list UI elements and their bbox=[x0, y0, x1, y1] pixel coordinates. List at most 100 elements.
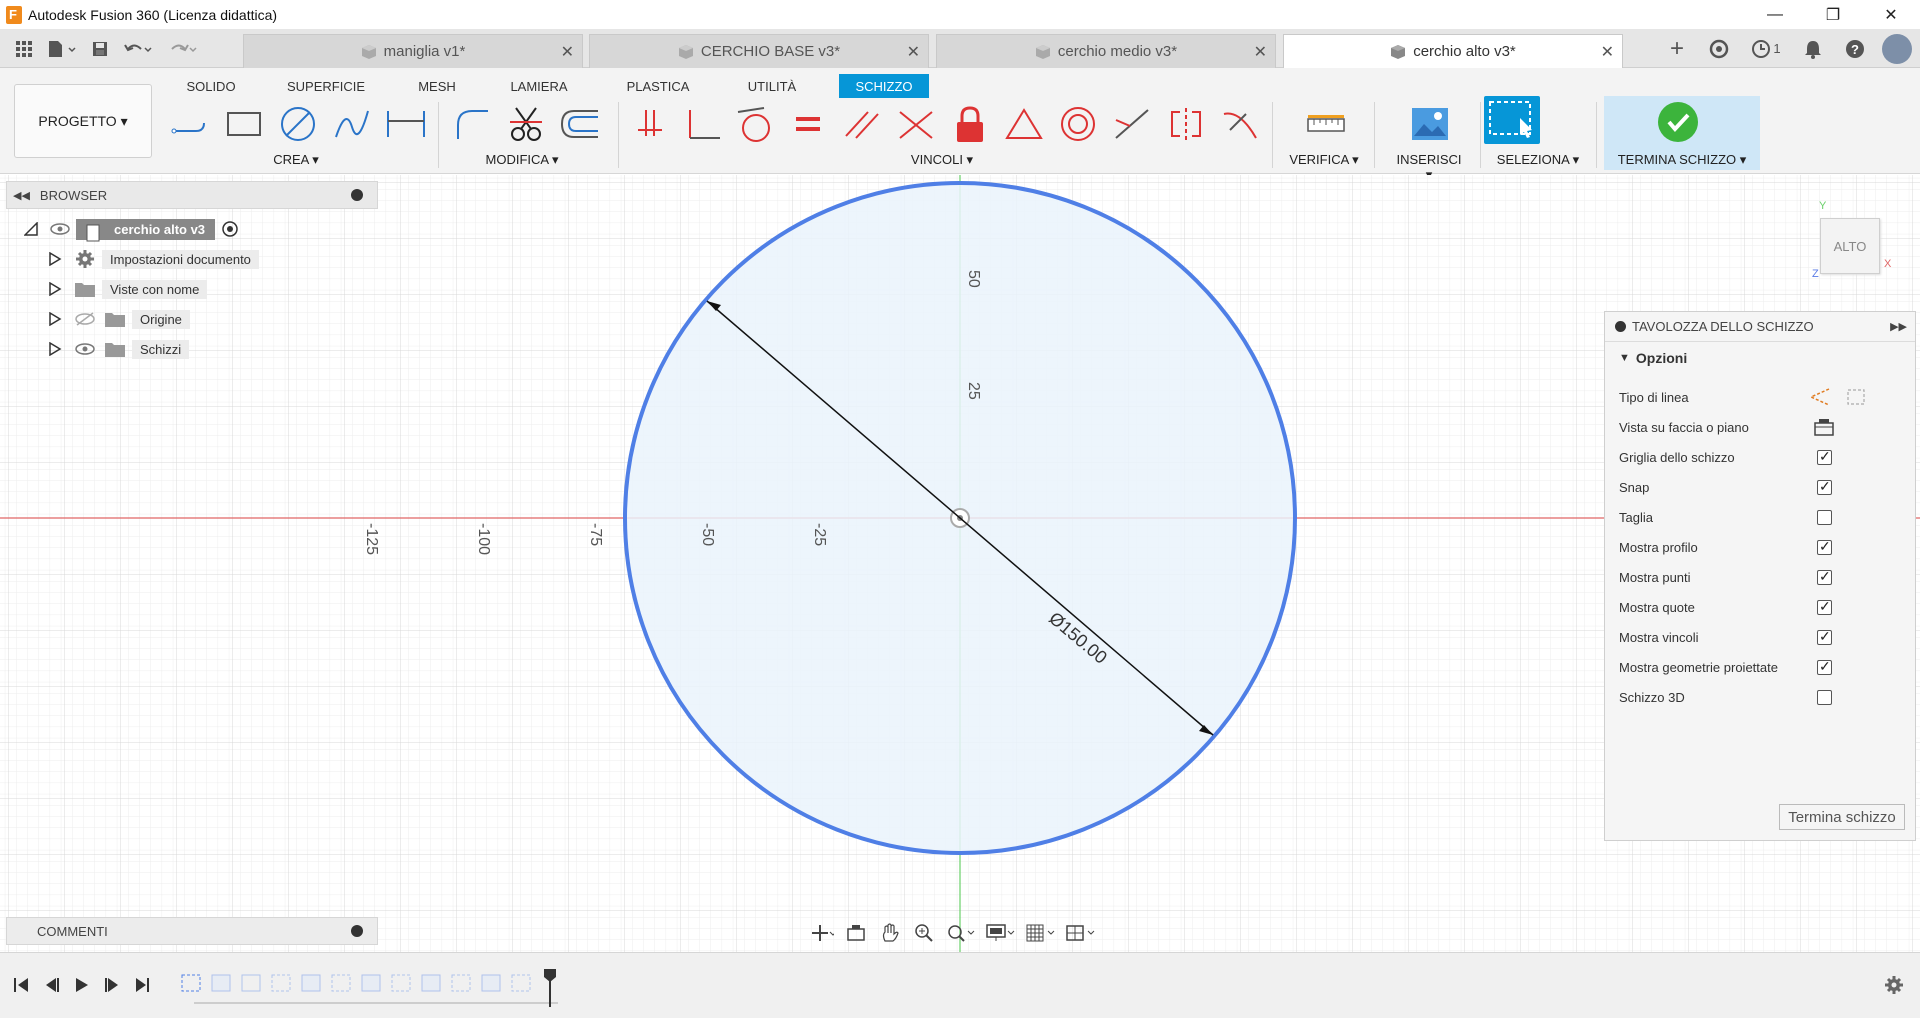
tree-item-impostazioni[interactable]: Impostazioni documento bbox=[48, 247, 259, 271]
redo-icon[interactable] bbox=[162, 35, 202, 63]
centerline-icon[interactable] bbox=[1845, 387, 1867, 407]
snap-checkbox[interactable] bbox=[1817, 478, 1832, 495]
tab-plastica[interactable]: PLASTICA bbox=[620, 74, 696, 98]
spline-tool-icon[interactable] bbox=[328, 100, 376, 148]
symmetry-constraint-icon[interactable] bbox=[1162, 100, 1210, 148]
collinear-constraint-icon[interactable] bbox=[892, 100, 940, 148]
section-collapse-arrow-icon[interactable]: ▼ bbox=[1619, 352, 1630, 364]
fix-lock-icon[interactable] bbox=[946, 100, 994, 148]
comments-add-icon[interactable] bbox=[351, 925, 363, 937]
step-forward-icon[interactable] bbox=[100, 973, 124, 997]
tree-item-origine[interactable]: Origine bbox=[48, 307, 190, 331]
tab-maniglia[interactable]: maniglia v1* ✕ bbox=[243, 34, 583, 68]
play-icon[interactable] bbox=[70, 973, 94, 997]
browser-minimize-icon[interactable] bbox=[351, 189, 363, 201]
group-crea[interactable]: CREA ▾ bbox=[268, 152, 324, 168]
apps-grid-icon[interactable] bbox=[10, 35, 38, 63]
extensions-icon[interactable] bbox=[1704, 34, 1734, 64]
dimension-tool-icon[interactable] bbox=[382, 100, 430, 148]
horizontal-vertical-constraint-icon[interactable] bbox=[626, 100, 674, 148]
step-back-icon[interactable] bbox=[40, 973, 64, 997]
visibility-eye-icon[interactable] bbox=[74, 341, 96, 357]
project-button[interactable]: PROGETTO ▾ bbox=[14, 84, 152, 158]
close-window-button[interactable]: ✕ bbox=[1862, 0, 1920, 29]
midpoint-triangle-icon[interactable] bbox=[1000, 100, 1048, 148]
tree-item-schizzi[interactable]: Schizzi bbox=[48, 337, 190, 361]
show-projected-checkbox[interactable] bbox=[1817, 658, 1832, 675]
comments-panel-header[interactable]: COMMENTI bbox=[6, 917, 378, 945]
group-verifica[interactable]: VERIFICA ▾ bbox=[1286, 152, 1362, 168]
tab-cerchio-medio[interactable]: cerchio medio v3* ✕ bbox=[936, 34, 1276, 68]
hidden-eye-icon[interactable] bbox=[74, 311, 96, 327]
tree-item-viste[interactable]: Viste con nome bbox=[48, 277, 208, 301]
restore-button[interactable]: ❐ bbox=[1804, 0, 1862, 29]
palette-section-options[interactable]: ▼ Opzioni bbox=[1605, 342, 1915, 374]
show-points-checkbox[interactable] bbox=[1817, 568, 1832, 585]
new-tab-plus-icon[interactable]: + bbox=[1662, 34, 1692, 64]
perpendicular-constraint-icon[interactable] bbox=[678, 100, 726, 148]
expand-arrow-icon[interactable] bbox=[48, 342, 62, 356]
expand-arrow-icon[interactable] bbox=[48, 252, 62, 266]
grid-settings-icon[interactable] bbox=[1024, 920, 1058, 946]
tab-lamiera[interactable]: LAMIERA bbox=[505, 74, 573, 98]
fit-zoom-icon[interactable] bbox=[944, 920, 978, 946]
minimize-button[interactable]: — bbox=[1746, 0, 1804, 29]
show-profile-checkbox[interactable] bbox=[1817, 538, 1832, 555]
expand-arrow-icon[interactable] bbox=[48, 312, 62, 326]
tab-utilita[interactable]: UTILITÀ bbox=[744, 74, 800, 98]
construction-line-icon[interactable] bbox=[1809, 387, 1831, 407]
viewcube[interactable]: ALTO bbox=[1820, 218, 1880, 274]
tab-close-icon[interactable]: ✕ bbox=[561, 42, 574, 62]
go-to-start-icon[interactable] bbox=[10, 973, 34, 997]
timeline-settings-gear-icon[interactable] bbox=[1882, 973, 1906, 997]
tangent-constraint-icon[interactable] bbox=[730, 100, 778, 148]
display-settings-icon[interactable] bbox=[984, 920, 1018, 946]
sketch-3d-checkbox[interactable] bbox=[1817, 689, 1832, 705]
palette-expand-icon[interactable]: ▶▶ bbox=[1890, 320, 1907, 333]
palette-collapse-icon[interactable] bbox=[1615, 321, 1626, 332]
tab-close-icon[interactable]: ✕ bbox=[907, 42, 920, 62]
coincident-constraint-icon[interactable] bbox=[1108, 100, 1156, 148]
curvature-constraint-icon[interactable] bbox=[1216, 100, 1264, 148]
browser-panel-header[interactable]: ◀◀ BROWSER bbox=[6, 181, 378, 209]
tab-solido[interactable]: SOLIDO bbox=[183, 74, 239, 98]
group-modifica[interactable]: MODIFICA ▾ bbox=[482, 152, 562, 168]
offset-tool-icon[interactable] bbox=[556, 100, 604, 148]
job-status-icon[interactable]: 1 bbox=[1746, 34, 1786, 64]
tab-cerchio-alto[interactable]: cerchio alto v3* ✕ bbox=[1283, 34, 1623, 68]
help-icon[interactable]: ? bbox=[1840, 34, 1870, 64]
group-vincoli[interactable]: VINCOLI ▾ bbox=[904, 152, 980, 168]
palette-header[interactable]: TAVOLOZZA DELLO SCHIZZO ▶▶ bbox=[1605, 312, 1915, 342]
pan-hand-icon[interactable] bbox=[876, 920, 904, 946]
show-constraints-checkbox[interactable] bbox=[1817, 628, 1832, 645]
file-menu-icon[interactable] bbox=[42, 35, 82, 63]
undo-icon[interactable] bbox=[118, 35, 158, 63]
line-tool-icon[interactable] bbox=[166, 100, 214, 148]
tab-schizzo[interactable]: SCHIZZO bbox=[839, 74, 929, 98]
tab-close-icon[interactable]: ✕ bbox=[1601, 42, 1614, 62]
user-avatar[interactable] bbox=[1882, 33, 1912, 64]
look-at-icon[interactable] bbox=[842, 920, 870, 946]
tab-superficie[interactable]: SUPERFICIE bbox=[286, 74, 366, 98]
tab-close-icon[interactable]: ✕ bbox=[1254, 42, 1267, 62]
measure-ruler-icon[interactable] bbox=[1302, 100, 1350, 148]
concentric-constraint-icon[interactable] bbox=[1054, 100, 1102, 148]
timeline-features[interactable] bbox=[178, 967, 578, 1011]
select-tool-icon[interactable] bbox=[1484, 96, 1540, 144]
group-termina-schizzo[interactable]: TERMINA SCHIZZO ▾ bbox=[1614, 152, 1750, 168]
circle-tool-icon[interactable] bbox=[274, 100, 322, 148]
fillet-tool-icon[interactable] bbox=[448, 100, 496, 148]
finish-sketch-button[interactable]: Termina schizzo bbox=[1779, 804, 1905, 830]
tab-mesh[interactable]: MESH bbox=[414, 74, 460, 98]
notifications-bell-icon[interactable] bbox=[1798, 34, 1828, 64]
viewports-icon[interactable] bbox=[1064, 920, 1098, 946]
activate-radio-icon[interactable] bbox=[221, 220, 239, 238]
equal-constraint-icon[interactable] bbox=[784, 100, 832, 148]
rectangle-tool-icon[interactable] bbox=[220, 100, 268, 148]
tree-root[interactable]: cerchio alto v3 bbox=[24, 217, 239, 241]
trim-scissors-icon[interactable] bbox=[502, 100, 550, 148]
parallel-constraint-icon[interactable] bbox=[838, 100, 886, 148]
slice-checkbox[interactable] bbox=[1817, 509, 1832, 525]
finish-sketch-check-icon[interactable] bbox=[1658, 102, 1698, 142]
orbit-move-icon[interactable] bbox=[808, 920, 836, 946]
